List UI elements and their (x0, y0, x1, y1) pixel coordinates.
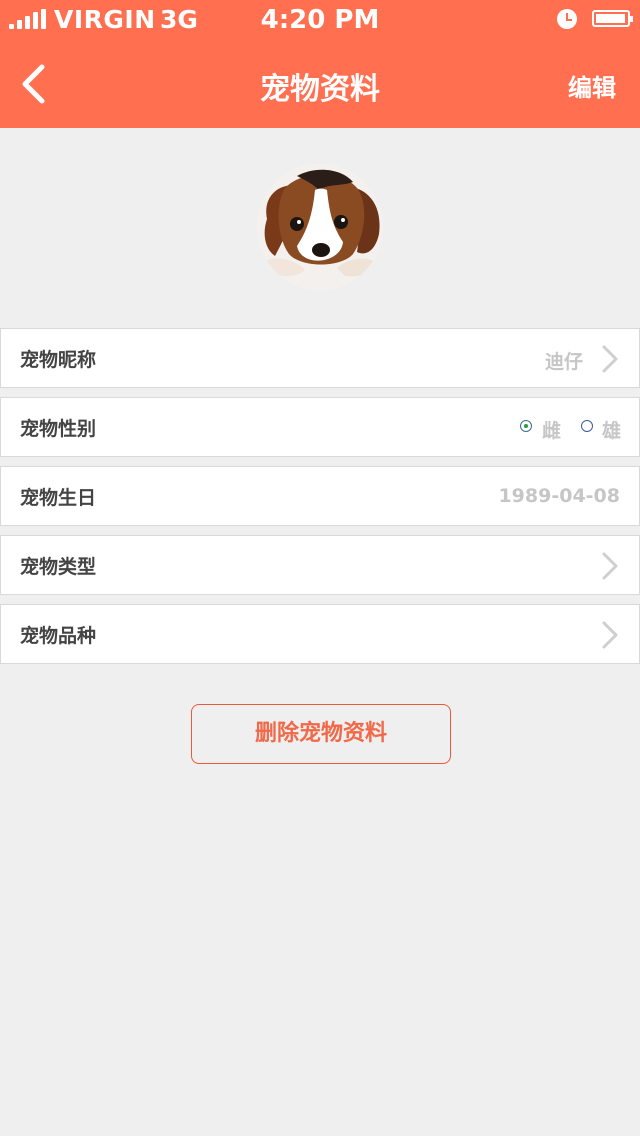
row-pet-nickname[interactable]: 宠物昵称 迪仔 (0, 328, 640, 388)
chevron-right-icon (602, 621, 618, 649)
delete-pet-button[interactable]: 删除宠物资料 (191, 704, 451, 764)
row-label: 宠物生日 (20, 487, 97, 509)
row-value: 迪仔 (544, 351, 583, 373)
row-pet-birthday[interactable]: 宠物生日 1989-04-08 (0, 466, 640, 526)
row-pet-breed[interactable]: 宠物品种 (0, 604, 640, 664)
radio-male-label[interactable]: 雄 (602, 416, 621, 443)
page-title: 宠物资料 (260, 72, 380, 107)
radio-male[interactable] (581, 420, 593, 432)
row-label: 宠物类型 (20, 556, 97, 578)
pet-avatar[interactable] (257, 164, 383, 290)
row-label: 宠物性别 (20, 418, 97, 440)
row-pet-type[interactable]: 宠物类型 (0, 535, 640, 595)
chevron-right-icon (602, 345, 618, 373)
row-label: 宠物昵称 (20, 349, 97, 371)
row-label: 宠物品种 (20, 625, 97, 647)
status-time: 4:20 PM (260, 5, 380, 35)
alarm-icon (557, 9, 577, 29)
row-value: 1989-04-08 (498, 485, 620, 507)
dog-photo (257, 164, 383, 290)
row-pet-gender: 宠物性别 雌 雄 (0, 397, 640, 457)
chevron-right-icon (602, 552, 618, 580)
nav-bar: 宠物资料 编辑 (0, 40, 640, 128)
battery-icon (592, 10, 633, 27)
radio-female[interactable] (520, 420, 532, 432)
status-bar: VIRGIN 3G 4:20 PM (0, 0, 640, 40)
edit-button[interactable]: 编辑 (568, 68, 616, 103)
radio-female-label[interactable]: 雌 (542, 416, 561, 443)
